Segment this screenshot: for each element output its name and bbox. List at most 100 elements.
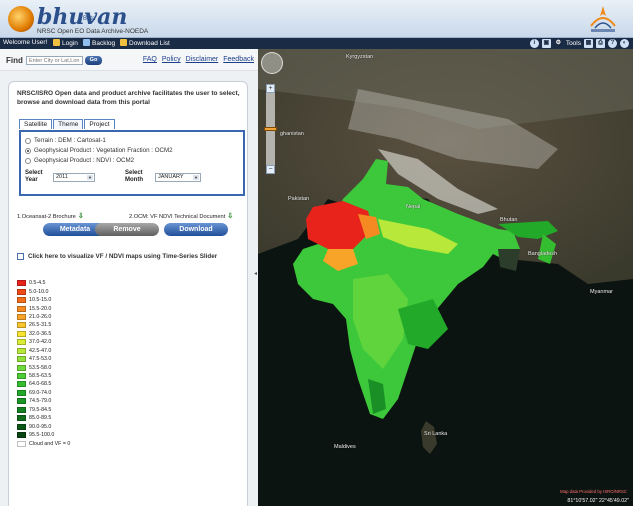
help-icon[interactable]: ? <box>608 39 617 48</box>
satellite-map <box>258 49 633 506</box>
year-select-value: 2011 <box>56 174 68 180</box>
legend-label: 37.0-42.0 <box>29 339 52 346</box>
time-series-toggle[interactable]: Click here to visualize VF / NDVI maps u… <box>17 253 217 260</box>
download-icon: ⇩ <box>227 213 234 220</box>
top-menubar: Welcome User! Login Backlog Download Lis… <box>0 38 633 49</box>
legend-item: 64.0-68.5 <box>17 380 70 388</box>
map-label-sri-lanka: Sri Lanka <box>424 431 448 437</box>
tools-label[interactable]: Tools <box>566 40 581 47</box>
left-panel: NRSC/ISRO Open data and product archive … <box>0 71 258 506</box>
map-copyright: Map data Provided by ISRO/NRSC <box>560 489 627 494</box>
legend-label: 85.0-89.5 <box>29 415 52 422</box>
brochure-link-label: 1.Oceansat-2 Brochure <box>17 214 76 220</box>
technical-document-label: 2.OCM: VF NDVI Technical Document <box>129 214 226 220</box>
tools-gear-icon[interactable]: ⚙ <box>554 39 563 48</box>
legend-swatch <box>17 288 26 295</box>
policy-link[interactable]: Policy <box>162 56 181 63</box>
technical-document-link[interactable]: 2.OCM: VF NDVI Technical Document ⇩ <box>129 212 233 220</box>
backlog-link[interactable]: Backlog <box>83 39 115 47</box>
legend-label: 90.0-95.0 <box>29 423 52 430</box>
map-label-kyrgyzstan: Kyrgyzstan <box>346 54 374 60</box>
grid-icon[interactable]: ▦ <box>584 39 593 48</box>
legend-swatch <box>17 423 26 430</box>
info-icon[interactable]: i <box>529 39 539 48</box>
map-label-nepal: Nepal <box>406 204 421 210</box>
download-button[interactable]: Download <box>164 223 228 236</box>
print-icon[interactable]: ⎙ <box>596 39 605 48</box>
theme-option-vf[interactable]: Geophysical Product : Vegetation Fractio… <box>25 147 173 154</box>
map-view[interactable]: + − Kyrgyzstan ghanistan Pakistan Nepal … <box>258 49 633 506</box>
legend-label: 53.5-58.0 <box>29 364 52 371</box>
disclaimer-link[interactable]: Disclaimer <box>186 56 219 63</box>
legend-swatch <box>17 364 26 371</box>
time-series-label: Click here to visualize VF / NDVI maps u… <box>28 253 218 260</box>
remove-button[interactable]: Remove <box>95 223 159 236</box>
brochure-link[interactable]: 1.Oceansat-2 Brochure ⇩ <box>17 212 84 220</box>
faq-link[interactable]: FAQ <box>143 56 157 63</box>
map-label-bhutan: Bhutan <box>500 217 518 223</box>
backlog-label: Backlog <box>92 40 116 47</box>
legend-label: 5.0-10.0 <box>29 288 49 295</box>
radio-ndvi[interactable] <box>25 157 31 164</box>
time-series-checkbox[interactable] <box>17 253 24 260</box>
download-list-link[interactable]: Download List <box>120 39 170 47</box>
year-dropdown-arrow-icon: ▼ <box>87 175 93 180</box>
map-pan-compass-icon[interactable] <box>261 52 283 74</box>
legend-item: 37.0-42.0 <box>17 338 70 346</box>
map-label-pakistan: Pakistan <box>288 196 310 202</box>
legend-swatch <box>17 356 26 363</box>
legend-item: 53.5-58.0 <box>17 363 70 371</box>
month-select[interactable]: JANUARY ▼ <box>155 173 201 182</box>
find-go-button[interactable]: Go <box>85 56 102 65</box>
theme-options-box: Terrain : DEM : Cartosat-1 Geophysical P… <box>19 130 245 196</box>
legend-swatch <box>17 322 26 329</box>
legend-label: 0.5-4.5 <box>29 280 46 287</box>
legend-swatch <box>17 406 26 413</box>
legend-item: 5.0-10.0 <box>17 287 70 295</box>
selection-tabs: Satellite Theme Project <box>19 119 116 129</box>
cursor-coordinates: 81°10'57.02" 22°45'49.02" <box>567 498 629 504</box>
radio-vf[interactable] <box>25 147 31 154</box>
legend-label: 47.5-53.0 <box>29 356 52 363</box>
login-link[interactable]: Login <box>53 39 78 47</box>
tab-theme[interactable]: Theme <box>53 119 84 129</box>
map-label-maldives: Maldives <box>334 444 356 450</box>
legend-item: 42.5-47.0 <box>17 347 70 355</box>
theme-option-dem[interactable]: Terrain : DEM : Cartosat-1 <box>25 137 106 144</box>
theme-option-dem-label: Terrain : DEM : Cartosat-1 <box>34 137 106 144</box>
top-links: FAQ Policy Disclaimer Feedback <box>143 56 254 63</box>
legend-item: 15.5-20.0 <box>17 304 70 312</box>
find-location-input[interactable] <box>26 56 83 65</box>
legend-item: 26.5-31.5 <box>17 321 70 329</box>
radio-dem[interactable] <box>25 137 31 144</box>
legend-swatch <box>17 313 26 320</box>
month-dropdown-arrow-icon: ▼ <box>193 175 199 180</box>
login-icon <box>53 39 60 46</box>
legend-label: 15.5-20.0 <box>29 305 52 312</box>
legend-swatch <box>17 347 26 354</box>
legend-label: 10.5-15.0 <box>29 297 52 304</box>
year-select[interactable]: 2011 ▼ <box>53 173 95 182</box>
settings-icon[interactable]: ◐ <box>620 39 629 48</box>
feedback-link[interactable]: Feedback <box>223 56 254 63</box>
welcome-text: Welcome User! <box>3 39 48 46</box>
app-header: bhuvan Beta NRSC Open EO Data Archive-NO… <box>0 0 633 38</box>
legend-swatch <box>17 440 26 447</box>
layers-icon[interactable]: ▣ <box>541 39 551 48</box>
legend-label: 74.5-79.0 <box>29 398 52 405</box>
tab-satellite[interactable]: Satellite <box>19 119 53 129</box>
zoom-level-thumb[interactable] <box>264 127 277 131</box>
zoom-in-button[interactable]: + <box>266 84 275 93</box>
legend-swatch <box>17 280 26 287</box>
legend-item: 69.0-74.0 <box>17 389 70 397</box>
legend-swatch <box>17 330 26 337</box>
zoom-out-button[interactable]: − <box>266 165 275 174</box>
legend-swatch <box>17 381 26 388</box>
theme-option-ndvi[interactable]: Geophysical Product : NDVI : OCM2 <box>25 157 134 164</box>
legend-label: 32.0-36.5 <box>29 330 52 337</box>
legend-swatch <box>17 373 26 380</box>
legend-item: 32.0-36.5 <box>17 330 70 338</box>
bhuvan-logo-icon <box>8 6 34 32</box>
legend-label: 21.0-26.0 <box>29 313 52 320</box>
tab-project[interactable]: Project <box>84 119 115 129</box>
